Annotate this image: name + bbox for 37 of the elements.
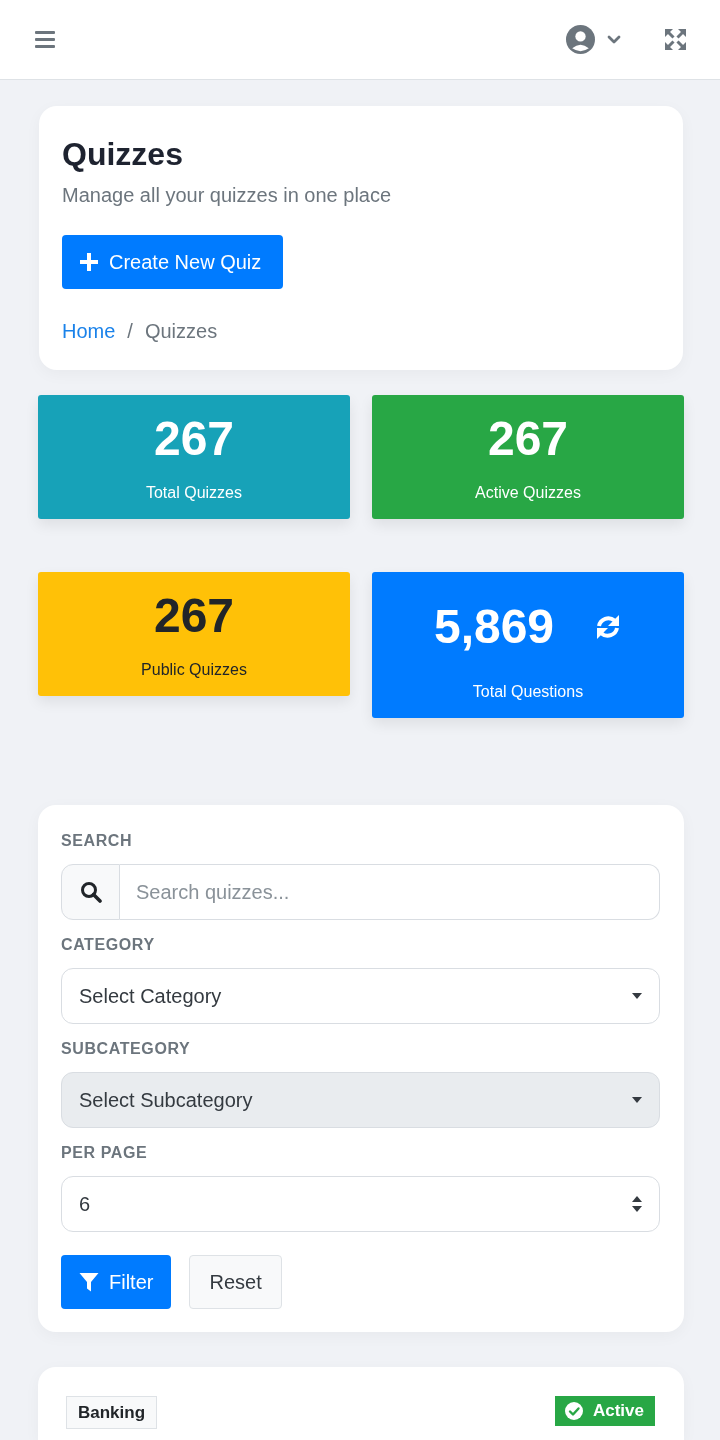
- page-title: Quizzes: [62, 135, 184, 174]
- caret-down-icon: [632, 1097, 642, 1103]
- field-label: SUBCATEGORY: [61, 1039, 192, 1059]
- page-subtitle: Manage all your quizzes in one place: [62, 183, 393, 208]
- user-avatar-icon: [566, 25, 595, 54]
- stat-label: Total Quizzes: [144, 483, 243, 503]
- check-circle-icon: [564, 1402, 583, 1420]
- field-label: PER PAGE: [61, 1143, 149, 1163]
- breadcrumb-current: Quizzes: [144, 319, 218, 344]
- sort-arrows-icon: [632, 1196, 642, 1212]
- stat-value: 267: [153, 411, 235, 467]
- filter-button[interactable]: Filter: [61, 1255, 172, 1309]
- stat-label: Active Quizzes: [474, 483, 582, 503]
- breadcrumb-separator: /: [127, 319, 133, 344]
- dropdown-select[interactable]: Select Category: [61, 968, 660, 1024]
- caret-down-icon: [632, 993, 642, 999]
- stat-label: Public Quizzes: [140, 660, 248, 680]
- status-badge: Active: [554, 1396, 655, 1426]
- funnel-icon: [79, 1272, 99, 1292]
- field-label: CATEGORY: [61, 935, 156, 955]
- field-label: SEARCH: [61, 831, 134, 851]
- per-page-select[interactable]: 6: [61, 1176, 660, 1232]
- search-icon: [61, 864, 120, 920]
- expand-icon[interactable]: [665, 29, 686, 50]
- category-tag: Banking: [66, 1396, 158, 1429]
- user-menu-button[interactable]: [566, 25, 621, 54]
- menu-icon[interactable]: [35, 31, 55, 48]
- stat-value: 267: [153, 588, 235, 644]
- stat-label: Total Questions: [471, 682, 585, 702]
- plus-icon: [80, 253, 98, 271]
- chevron-down-icon: [607, 35, 621, 44]
- stat-value: 5,869: [433, 599, 555, 655]
- breadcrumb-link[interactable]: Home: [62, 317, 116, 345]
- stat-value: 267: [487, 411, 569, 467]
- search-field[interactable]: Search quizzes...: [120, 864, 660, 920]
- create-quiz-button[interactable]: Create New Quiz: [62, 235, 284, 289]
- reset-button[interactable]: Reset: [189, 1255, 282, 1309]
